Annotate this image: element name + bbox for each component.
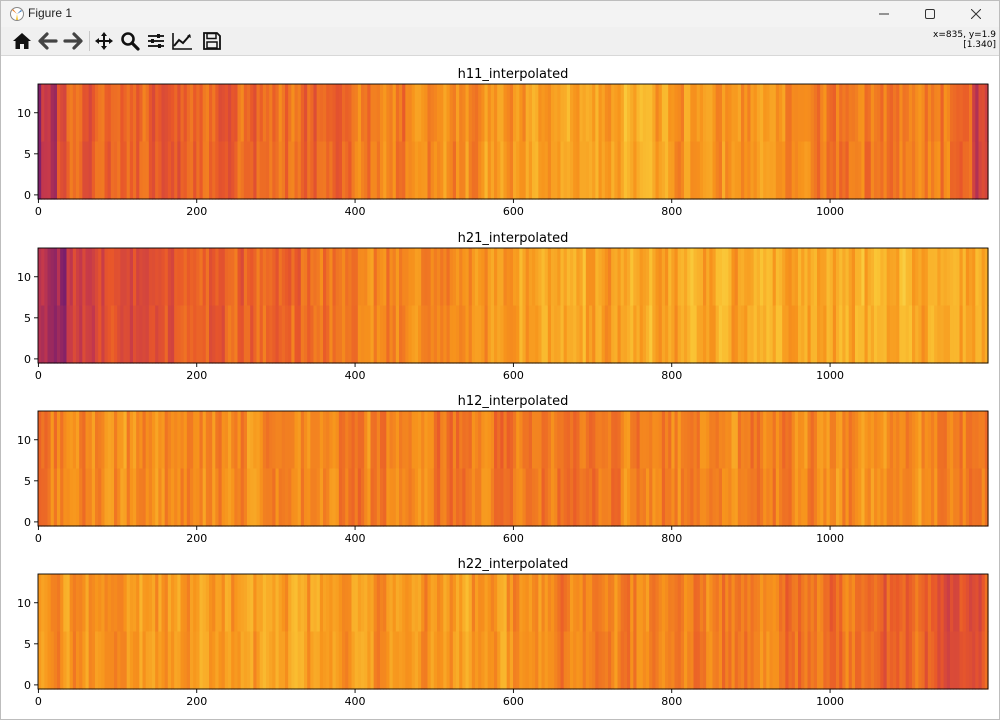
title-bar[interactable]: Figure 1 xyxy=(1,1,999,27)
window-title: Figure 1 xyxy=(28,6,73,20)
pan-button[interactable] xyxy=(92,29,116,53)
x-tick-label: 800 xyxy=(661,369,682,382)
y-tick-label: 10 xyxy=(17,271,31,284)
y-tick-label: 0 xyxy=(24,516,31,529)
x-tick-label: 600 xyxy=(503,695,524,708)
zoom-icon xyxy=(121,32,140,51)
x-tick-label: 600 xyxy=(503,205,524,218)
heatmap-axes-3: h12_interpolated 0 200 400 600 800 1000 0 5 10 xyxy=(17,394,989,545)
y-tick-label: 0 xyxy=(24,679,31,692)
x-tick-label: 400 xyxy=(345,369,366,382)
x-tick-label: 600 xyxy=(503,532,524,545)
heatmap-axes-4: h22_interpolated 0 200 400 600 800 1000 0 5 10 xyxy=(17,557,989,708)
heatmap-axes-2: h21_interpolated 0 200 400 600 800 1000 0 5 10 xyxy=(17,231,989,382)
navigation-toolbar: x=835, y=1.9 [1.340] xyxy=(1,27,999,56)
y-tick-label: 5 xyxy=(24,475,31,488)
edit-axis-icon xyxy=(172,33,192,50)
x-tick-label: 800 xyxy=(661,205,682,218)
x-tick-label: 600 xyxy=(503,369,524,382)
configure-subplots-icon xyxy=(148,34,164,48)
heatmap-figure: h11_interpolated0 200 400 600 800 10000510h21… xyxy=(17,67,989,708)
coords-line-2: [1.340] xyxy=(963,40,996,50)
x-tick-label: 400 xyxy=(345,532,366,545)
heatmap-cells xyxy=(38,248,989,364)
configure-subplots-button[interactable] xyxy=(144,29,168,53)
heatmap-cells xyxy=(38,411,989,527)
x-tick-label: 200 xyxy=(186,532,207,545)
maximize-button[interactable] xyxy=(907,1,953,27)
y-tick-label: 5 xyxy=(24,148,31,161)
x-tick-label: 0 xyxy=(35,532,42,545)
heatmap-cells xyxy=(38,84,989,200)
y-tick-label: 10 xyxy=(17,107,31,120)
cursor-coordinates: x=835, y=1.9 [1.340] xyxy=(933,30,996,50)
heatmap-cells xyxy=(38,574,989,690)
x-tick-label: 200 xyxy=(186,695,207,708)
forward-icon xyxy=(63,32,83,50)
pan-icon xyxy=(95,32,113,50)
figure-canvas[interactable]: h11_interpolated 0 200 400 600 800 1000 0 5 10 h21… xyxy=(1,56,999,719)
x-tick-label: 0 xyxy=(35,369,42,382)
save-icon xyxy=(203,32,221,50)
y-tick-label: 0 xyxy=(24,353,31,366)
zoom-button[interactable] xyxy=(118,29,142,53)
y-tick-label: 5 xyxy=(24,312,31,325)
x-tick-label: 1000 xyxy=(816,532,844,545)
toolbar-separator xyxy=(89,31,90,51)
y-tick-label: 5 xyxy=(24,638,31,651)
axes-title: h11_interpolated xyxy=(458,67,569,82)
x-tick-label: 1000 xyxy=(816,205,844,218)
close-icon xyxy=(971,9,981,19)
y-tick-label: 10 xyxy=(17,434,31,447)
heatmap-axes-1: h11_interpolated 0 200 400 600 800 1000 0 5 10 xyxy=(17,67,989,218)
x-tick-label: 1000 xyxy=(816,369,844,382)
y-tick-label: 10 xyxy=(17,597,31,610)
forward-button[interactable] xyxy=(61,29,85,53)
minimize-button[interactable] xyxy=(861,1,907,27)
home-icon xyxy=(13,33,31,49)
x-tick-label: 200 xyxy=(186,369,207,382)
x-tick-label: 0 xyxy=(35,695,42,708)
figure-window: Figure 1 x=835, y=1.9 [1.340] h11_interp… xyxy=(0,0,1000,720)
edit-axis-button[interactable] xyxy=(170,29,194,53)
x-tick-label: 800 xyxy=(661,695,682,708)
x-tick-label: 200 xyxy=(186,205,207,218)
axes-title: h21_interpolated xyxy=(458,231,569,246)
y-tick-label: 0 xyxy=(24,189,31,202)
maximize-icon xyxy=(925,9,935,19)
x-tick-label: 0 xyxy=(35,205,42,218)
matplotlib-app-icon xyxy=(10,7,24,21)
coords-line-1: x=835, y=1.9 xyxy=(933,30,996,40)
x-tick-label: 800 xyxy=(661,532,682,545)
save-button[interactable] xyxy=(200,29,224,53)
x-tick-label: 400 xyxy=(345,205,366,218)
x-tick-label: 1000 xyxy=(816,695,844,708)
axes-title: h22_interpolated xyxy=(458,557,569,572)
minimize-icon xyxy=(879,13,889,15)
axes-title: h12_interpolated xyxy=(458,394,569,409)
x-tick-label: 400 xyxy=(345,695,366,708)
back-icon xyxy=(38,32,58,50)
close-button[interactable] xyxy=(953,1,999,27)
back-button[interactable] xyxy=(36,29,60,53)
home-button[interactable] xyxy=(10,29,34,53)
